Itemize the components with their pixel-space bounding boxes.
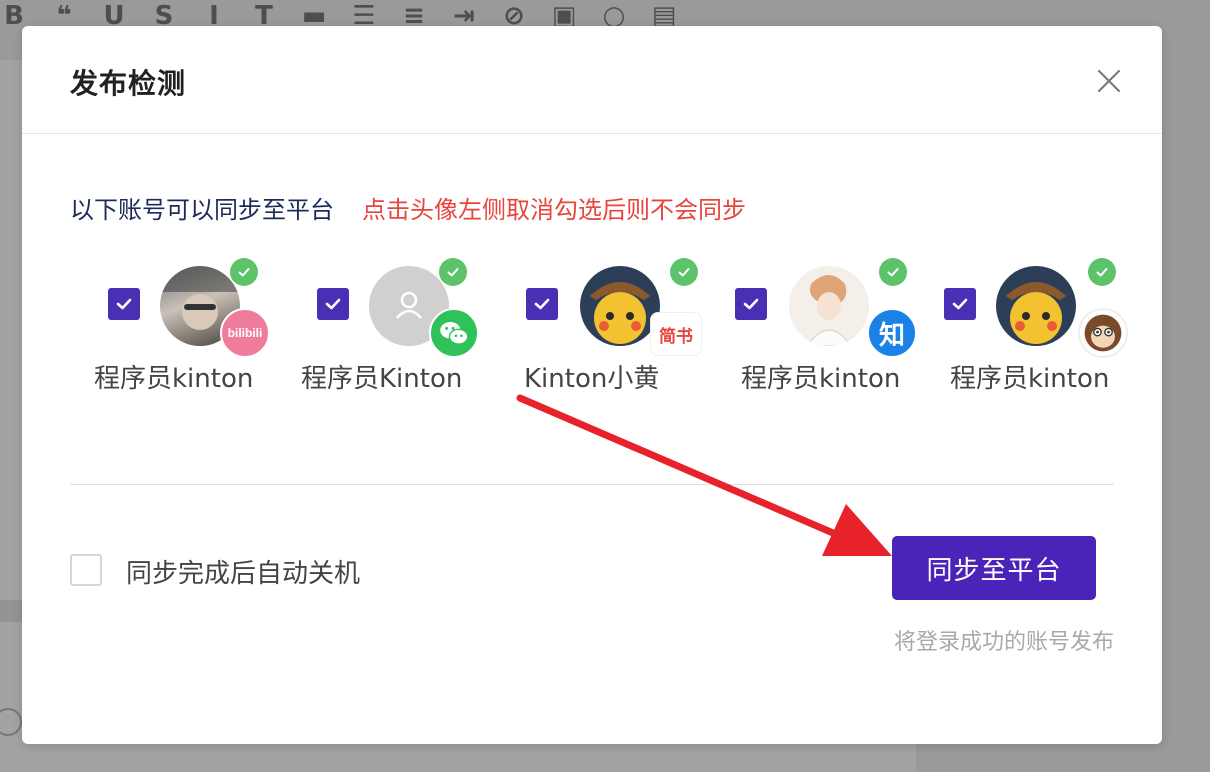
info-hint-text: 点击头像左侧取消勾选后则不会同步	[362, 196, 746, 224]
check-icon	[325, 298, 341, 310]
status-ok-icon	[230, 258, 258, 286]
jianshu-badge-text: 简书	[659, 326, 693, 347]
sync-to-platform-button[interactable]: 同步至平台	[892, 536, 1096, 600]
avatar[interactable]	[789, 266, 869, 346]
account-name: 程序员kinton	[94, 364, 254, 394]
account-checkbox[interactable]	[317, 288, 349, 320]
zhihu-badge-text: 知	[878, 320, 905, 351]
status-ok-icon	[439, 258, 467, 286]
account-checkbox[interactable]	[735, 288, 767, 320]
zhihu-icon: 知	[867, 308, 917, 358]
close-icon[interactable]	[1094, 66, 1124, 96]
jianshu-icon: 简书	[650, 312, 702, 356]
modal-header: 发布检测	[22, 26, 1162, 134]
check-icon	[743, 298, 759, 310]
avatar[interactable]	[580, 266, 660, 346]
publish-check-modal: 发布检测 以下账号可以同步至平台 点击头像左侧取消勾选后则不会同步 bilibil…	[22, 26, 1162, 744]
status-ok-icon	[879, 258, 907, 286]
sync-subtext: 将登录成功的账号发布	[893, 630, 1114, 655]
avatar[interactable]	[996, 266, 1076, 346]
wechat-icon	[429, 308, 479, 358]
account-item: 简书 Kinton小黄	[510, 258, 710, 398]
info-main-text: 以下账号可以同步至平台	[70, 196, 334, 224]
account-checkbox[interactable]	[944, 288, 976, 320]
account-name: Kinton小黄	[524, 364, 660, 394]
account-name: 程序员kinton	[741, 364, 901, 394]
monkey-icon	[1078, 308, 1128, 358]
auto-shutdown-label: 同步完成后自动关机	[126, 559, 361, 589]
account-checkbox[interactable]	[526, 288, 558, 320]
account-item: bilibili 程序员kinton	[92, 258, 292, 398]
status-ok-icon	[670, 258, 698, 286]
bilibili-icon: bilibili	[220, 308, 270, 358]
check-icon	[952, 298, 968, 310]
account-item: 程序员kinton	[928, 258, 1128, 398]
bilibili-badge-text: bilibili	[227, 326, 263, 340]
account-name: 程序员kinton	[950, 364, 1110, 394]
account-checkbox[interactable]	[108, 288, 140, 320]
account-list: bilibili 程序员kinton 程序员Kinton 简书 Kinton小黄…	[22, 258, 1162, 398]
account-item: 程序员Kinton	[301, 258, 501, 398]
modal-title: 发布检测	[70, 67, 187, 100]
check-icon	[116, 298, 132, 310]
account-item: 知 程序员kinton	[719, 258, 919, 398]
footer-divider	[70, 484, 1114, 485]
account-name: 程序员Kinton	[301, 364, 463, 394]
status-ok-icon	[1088, 258, 1116, 286]
info-line: 以下账号可以同步至平台 点击头像左侧取消勾选后则不会同步	[70, 190, 746, 225]
auto-shutdown-checkbox[interactable]	[70, 554, 102, 586]
check-icon	[534, 298, 550, 310]
